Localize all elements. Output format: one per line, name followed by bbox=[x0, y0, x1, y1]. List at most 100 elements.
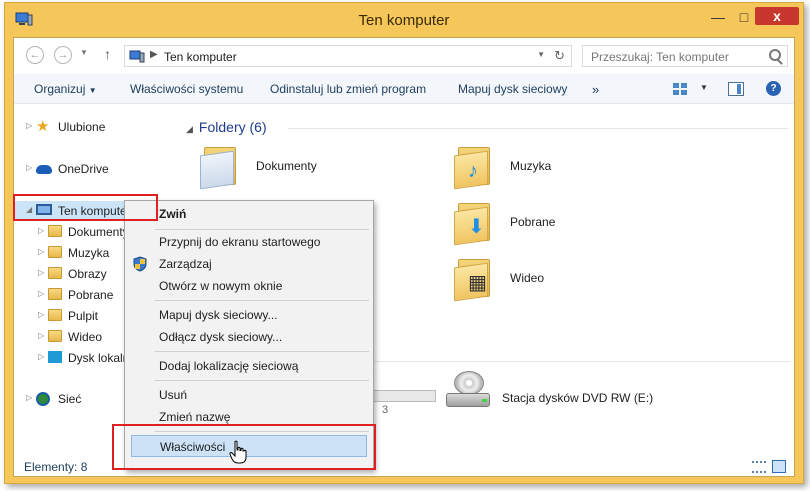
refresh-icon[interactable]: ↻ bbox=[554, 48, 565, 64]
window-title: Ten komputer bbox=[358, 12, 450, 29]
music-folder-icon bbox=[48, 246, 62, 258]
group-header-label: Foldery (6) bbox=[198, 119, 267, 135]
breadcrumb-separator-icon[interactable]: ▶ bbox=[150, 49, 158, 60]
pictures-folder-icon bbox=[48, 267, 62, 279]
folder-tile-music[interactable]: ♪ Muzyka bbox=[454, 143, 684, 197]
collapse-group-icon[interactable]: ◢ bbox=[186, 124, 193, 134]
nav-label: Wideo bbox=[68, 330, 103, 344]
desktop-folder-icon bbox=[48, 309, 62, 321]
computer-icon bbox=[129, 50, 145, 63]
address-input[interactable]: ▶ Ten komputer ▼ ↻ bbox=[124, 45, 572, 67]
menu-separator bbox=[155, 351, 369, 352]
folder-label: Pobrane bbox=[510, 215, 556, 229]
uninstall-program-button[interactable]: Odinstaluj lub zmień program bbox=[270, 82, 426, 96]
menu-label: Dodaj lokalizację sieciową bbox=[159, 359, 299, 373]
cloud-icon bbox=[36, 165, 52, 174]
nav-label: Pobrane bbox=[68, 288, 114, 302]
videos-folder-icon: ▦ bbox=[454, 255, 490, 302]
nav-label: OneDrive bbox=[58, 162, 109, 176]
expand-arrow-icon[interactable]: ▷ bbox=[38, 310, 44, 319]
search-input[interactable]: Przeszukaj: Ten komputer bbox=[582, 45, 788, 67]
menu-label: Usuń bbox=[159, 388, 188, 402]
back-button[interactable]: ← bbox=[26, 46, 44, 64]
expand-arrow-icon[interactable]: ▷ bbox=[26, 163, 32, 172]
view-dropdown-icon[interactable]: ▼ bbox=[700, 83, 708, 92]
expand-arrow-icon[interactable]: ▷ bbox=[38, 247, 44, 256]
hand-cursor-icon bbox=[229, 440, 247, 464]
close-button[interactable]: x bbox=[755, 7, 799, 25]
drive-tile-dvd[interactable]: Stacja dysków DVD RW (E:) bbox=[446, 371, 746, 417]
folder-tile-documents[interactable]: Dokumenty bbox=[200, 143, 430, 197]
change-view-icon[interactable] bbox=[672, 82, 688, 96]
documents-folder-icon bbox=[200, 143, 236, 190]
menu-label: Przypnij do ekranu startowego bbox=[159, 235, 321, 249]
nav-label: Pulpit bbox=[68, 309, 99, 323]
system-properties-button[interactable]: Właściwości systemu bbox=[130, 82, 243, 96]
nav-label: Dysk lokalny bbox=[68, 351, 130, 365]
expand-arrow-icon[interactable]: ▷ bbox=[38, 331, 44, 340]
large-icons-view-icon[interactable] bbox=[772, 460, 786, 473]
uac-shield-icon bbox=[133, 256, 147, 272]
menu-label: Zmień nazwę bbox=[159, 410, 231, 424]
drive-usage-bar bbox=[366, 390, 436, 402]
download-arrow-icon: ⬇ bbox=[468, 216, 485, 238]
menu-separator bbox=[155, 229, 369, 230]
network-icon bbox=[36, 392, 50, 406]
expand-arrow-icon[interactable]: ▷ bbox=[38, 352, 44, 361]
film-strip-icon: ▦ bbox=[468, 272, 487, 294]
menu-item-manage[interactable]: Zarządzaj bbox=[125, 253, 373, 275]
menu-item-add-network-location[interactable]: Dodaj lokalizację sieciową bbox=[125, 355, 373, 377]
dvd-drive-icon bbox=[446, 371, 490, 411]
menu-item-delete[interactable]: Usuń bbox=[125, 384, 373, 406]
menu-item-pin-to-start[interactable]: Przypnij do ekranu startowego bbox=[125, 231, 373, 253]
item-count: Elementy: 8 bbox=[24, 460, 88, 474]
nav-item-local-disk[interactable]: ▷ Dysk lokalny bbox=[14, 348, 130, 368]
title-bar[interactable]: Ten komputer — □ x bbox=[5, 3, 803, 37]
address-dropdown-icon[interactable]: ▼ bbox=[537, 50, 545, 59]
nav-label: Sieć bbox=[58, 392, 82, 406]
menu-separator bbox=[155, 380, 369, 381]
group-divider bbox=[288, 128, 788, 129]
folder-tile-videos[interactable]: ▦ Wideo bbox=[454, 255, 684, 309]
menu-label: Otwórz w nowym oknie bbox=[159, 279, 283, 293]
organize-button[interactable]: Organizuj ▼ bbox=[34, 82, 97, 96]
expand-arrow-icon[interactable]: ▷ bbox=[38, 289, 44, 298]
videos-folder-icon bbox=[48, 330, 62, 342]
drive-usage-text: 3 bbox=[382, 404, 389, 416]
annotation-highlight-this-pc bbox=[13, 194, 158, 221]
minimize-button[interactable]: — bbox=[705, 7, 731, 27]
chevron-down-icon: ▼ bbox=[88, 86, 97, 95]
menu-item-disconnect-drive[interactable]: Odłącz dysk sieciowy... bbox=[125, 326, 373, 348]
recent-locations-chevron-icon[interactable]: ▼ bbox=[80, 48, 88, 57]
preview-pane-icon[interactable] bbox=[728, 82, 744, 96]
help-icon[interactable]: ? bbox=[766, 81, 781, 96]
nav-label: Obrazy bbox=[68, 267, 107, 281]
group-header-folders[interactable]: ◢ Foldery (6) bbox=[186, 119, 267, 135]
expand-arrow-icon[interactable]: ▷ bbox=[26, 393, 32, 402]
search-icon[interactable] bbox=[769, 49, 781, 61]
menu-label: Mapuj dysk sieciowy... bbox=[159, 308, 278, 322]
maximize-button[interactable]: □ bbox=[733, 7, 755, 27]
up-arrow-icon[interactable]: ↑ bbox=[104, 46, 111, 62]
details-view-icon[interactable] bbox=[752, 461, 766, 473]
downloads-folder-icon bbox=[48, 288, 62, 300]
menu-item-map-drive[interactable]: Mapuj dysk sieciowy... bbox=[125, 304, 373, 326]
folder-label: Wideo bbox=[510, 271, 545, 285]
expand-arrow-icon[interactable]: ▷ bbox=[38, 268, 44, 277]
folder-label: Muzyka bbox=[510, 159, 552, 173]
map-network-drive-button[interactable]: Mapuj dysk sieciowy bbox=[458, 82, 567, 96]
command-bar: Organizuj ▼ Właściwości systemu Odinstal… bbox=[14, 74, 794, 104]
nav-label: Muzyka bbox=[68, 246, 110, 260]
expand-arrow-icon[interactable]: ▷ bbox=[38, 226, 44, 235]
more-commands-button[interactable]: » bbox=[592, 82, 599, 97]
organize-label: Organizuj bbox=[34, 82, 86, 96]
expand-arrow-icon[interactable]: ▷ bbox=[26, 121, 32, 130]
forward-button[interactable]: → bbox=[54, 46, 72, 64]
menu-item-collapse[interactable]: Zwiń bbox=[125, 203, 373, 225]
nav-item-favorites[interactable]: ▷ ★ Ulubione bbox=[14, 117, 174, 137]
menu-item-open-new-window[interactable]: Otwórz w nowym oknie bbox=[125, 275, 373, 297]
nav-item-onedrive[interactable]: ▷ OneDrive bbox=[14, 159, 174, 179]
breadcrumb-this-pc[interactable]: Ten komputer bbox=[164, 50, 237, 64]
folder-tile-downloads[interactable]: ⬇ Pobrane bbox=[454, 199, 684, 253]
windows-disk-icon bbox=[48, 351, 62, 363]
